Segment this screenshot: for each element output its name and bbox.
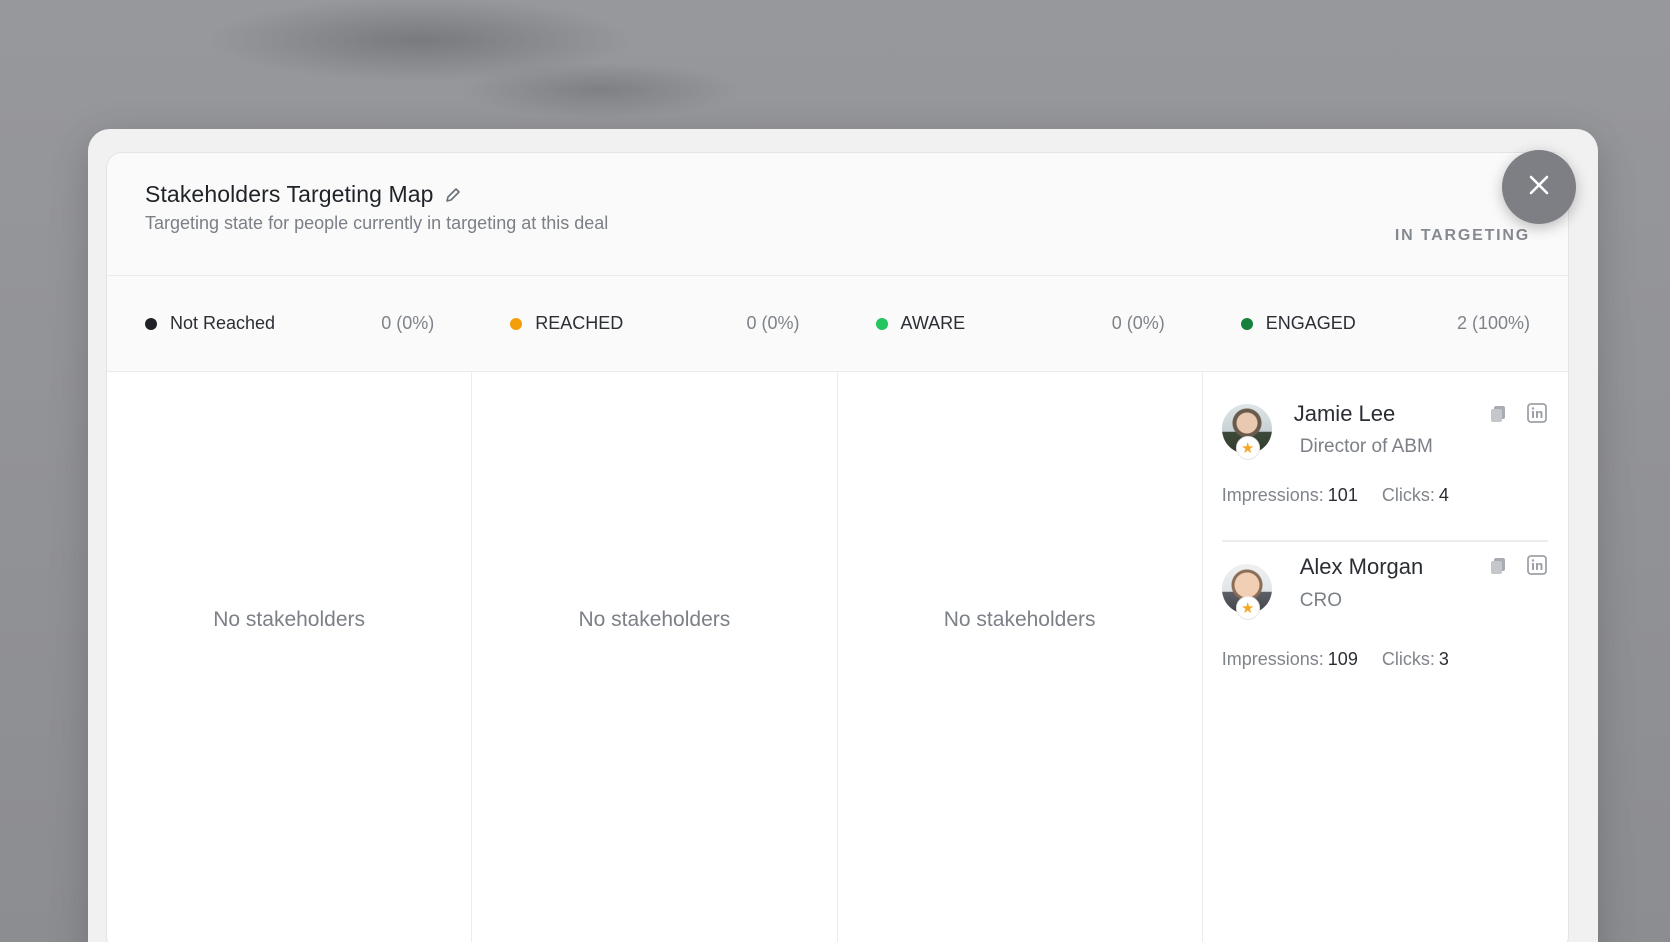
impressions-label: Impressions: xyxy=(1221,485,1324,505)
modal-header: Stakeholders Targeting Map Targeting sta… xyxy=(107,153,1568,276)
close-icon xyxy=(1527,173,1551,202)
status-dot xyxy=(1240,317,1253,330)
stakeholder-role: Director of ABM xyxy=(1299,436,1433,457)
empty-state: No stakeholders xyxy=(578,608,731,631)
clicks-value: 3 xyxy=(1438,649,1449,669)
card-actions xyxy=(1470,554,1548,576)
stage-columns: No stakeholders No stakeholders No stake… xyxy=(107,372,1568,942)
engagement-stats: Impressions: 101 Clicks: 4 xyxy=(1222,485,1449,506)
stage-aware: AWARE 0 (0%) xyxy=(838,276,1203,371)
stage-name: REACHED xyxy=(535,313,624,333)
status-label: IN TARGETING xyxy=(1394,227,1530,244)
impressions-value: 101 xyxy=(1327,485,1358,505)
star-icon: ★ xyxy=(1235,436,1260,460)
column-reached: No stakeholders xyxy=(472,372,838,942)
linkedin-icon[interactable] xyxy=(1526,554,1548,576)
copy-icon[interactable] xyxy=(1487,402,1509,424)
page-title: Stakeholders Targeting Map xyxy=(145,181,434,207)
clicks-value: 4 xyxy=(1438,485,1449,505)
stage-not-reached: Not Reached 0 (0%) xyxy=(107,276,472,371)
impressions-value: 109 xyxy=(1327,649,1358,669)
column-engaged: ★ Jamie Lee Director of ABM Impressions:… xyxy=(1203,372,1568,942)
stage-header-row: Not Reached 0 (0%) REACHED 0 (0%) AWARE … xyxy=(107,276,1568,372)
stakeholder-card[interactable]: ★ Jamie Lee Director of ABM Impressions:… xyxy=(1221,394,1548,542)
impressions-label: Impressions: xyxy=(1221,649,1324,669)
stage-reached: REACHED 0 (0%) xyxy=(472,276,837,371)
status-dot xyxy=(510,317,523,330)
column-not-reached: No stakeholders xyxy=(107,372,473,942)
targeting-map-modal: Stakeholders Targeting Map Targeting sta… xyxy=(106,152,1569,942)
clicks-label: Clicks: xyxy=(1381,485,1435,505)
stage-name: ENGAGED xyxy=(1265,313,1356,333)
title-row: Stakeholders Targeting Map xyxy=(145,181,462,208)
page-subtitle: Targeting state for people currently in … xyxy=(145,213,609,233)
copy-icon[interactable] xyxy=(1487,554,1509,576)
clicks-label: Clicks: xyxy=(1381,649,1435,669)
stage-name: AWARE xyxy=(900,313,966,333)
stage-count: 0 (0%) xyxy=(746,313,800,333)
status-dot xyxy=(145,317,157,330)
star-icon: ★ xyxy=(1235,596,1260,620)
stakeholder-name: Jamie Lee xyxy=(1293,401,1396,426)
column-aware: No stakeholders xyxy=(838,372,1203,942)
empty-state: No stakeholders xyxy=(943,608,1096,631)
stage-count: 2 (100%) xyxy=(1456,313,1530,333)
avatar: ★ xyxy=(1221,564,1272,620)
status-dot xyxy=(875,317,888,330)
close-button[interactable] xyxy=(1502,150,1576,224)
avatar: ★ xyxy=(1221,404,1272,460)
stage-count: 0 (0%) xyxy=(1111,313,1165,333)
empty-state: No stakeholders xyxy=(213,608,365,631)
card-actions xyxy=(1470,402,1548,424)
stage-name: Not Reached xyxy=(170,313,276,333)
stage-engaged: ENGAGED 2 (100%) xyxy=(1203,276,1568,371)
pencil-icon[interactable] xyxy=(444,186,462,204)
engagement-stats: Impressions: 109 Clicks: 3 xyxy=(1222,649,1449,670)
stakeholder-role: CRO xyxy=(1299,590,1342,611)
linkedin-icon[interactable] xyxy=(1526,402,1548,424)
stakeholder-name: Alex Morgan xyxy=(1299,554,1424,579)
stage-count: 0 (0%) xyxy=(381,313,435,333)
